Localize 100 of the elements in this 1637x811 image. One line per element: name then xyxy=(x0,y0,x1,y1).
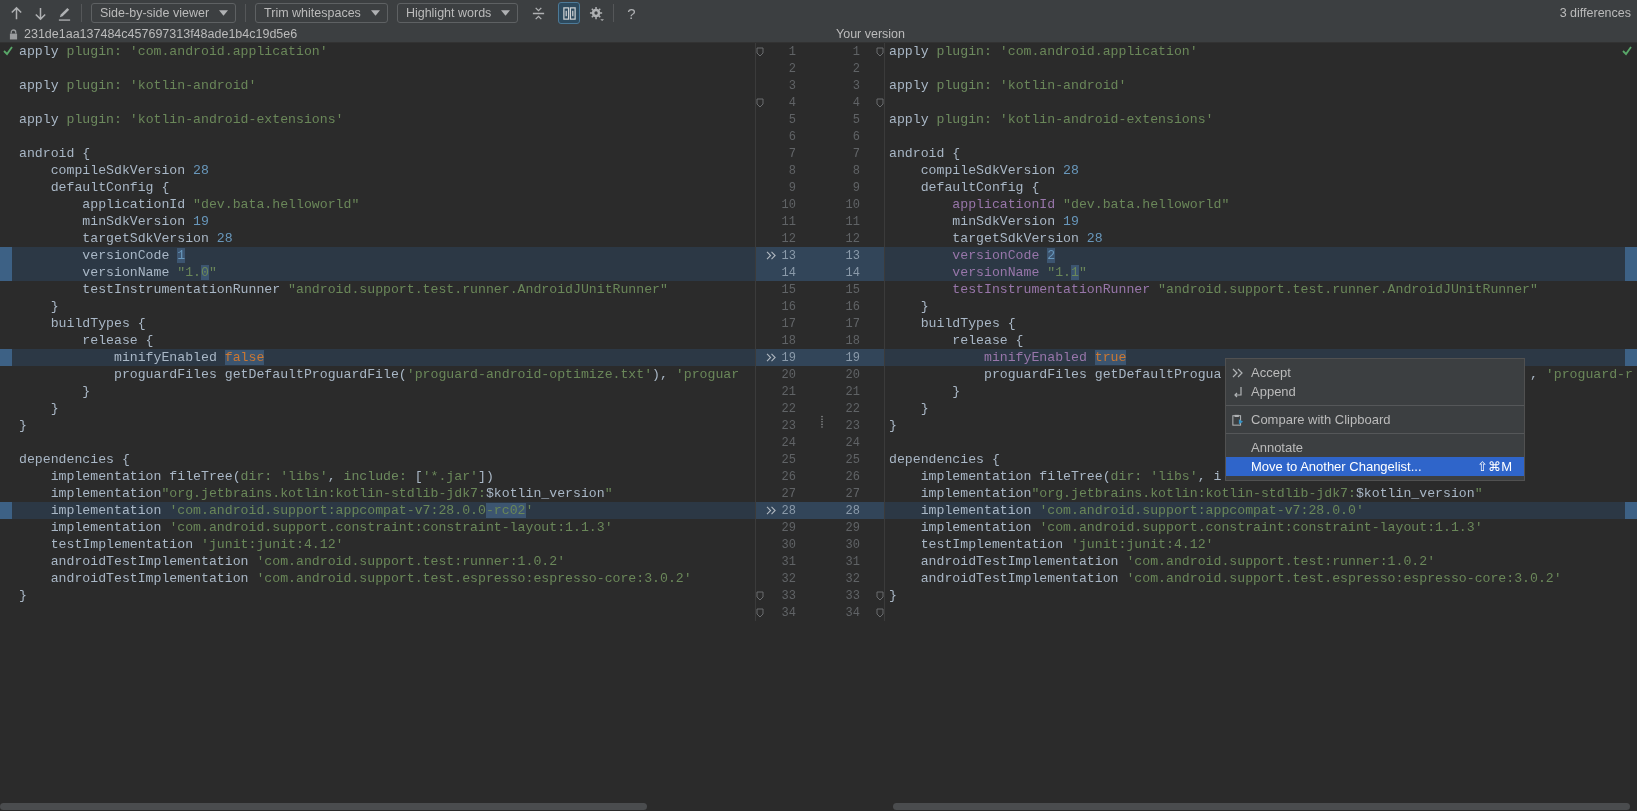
line-number: 17 xyxy=(780,316,796,331)
line-number: 28 xyxy=(780,503,796,518)
change-marker xyxy=(0,349,12,366)
fold-icon[interactable] xyxy=(756,97,764,108)
code-line: implementation"org.jetbrains.kotlin:kotlin-stdlib-jdk7:$kotlin_version" xyxy=(919,485,1483,502)
help-button[interactable]: ? xyxy=(623,4,640,22)
fold-icon[interactable] xyxy=(756,590,764,601)
differences-count: 3 differences xyxy=(1559,6,1631,20)
arrow-down-icon[interactable] xyxy=(33,5,48,21)
line-number: 25 xyxy=(844,452,860,467)
lock-icon xyxy=(9,28,18,40)
line-number: 26 xyxy=(844,469,860,484)
double-chevron-icon[interactable] xyxy=(765,353,777,362)
line-number: 10 xyxy=(780,197,796,212)
code-line: apply plugin: 'kotlin-android-extensions' xyxy=(19,112,344,127)
line-number: 24 xyxy=(780,435,796,450)
sync-scroll-icon[interactable] xyxy=(558,2,581,24)
double-chevron-icon xyxy=(1232,366,1244,379)
code-line: apply plugin: 'com.android.application' xyxy=(19,44,328,59)
line-number: 6 xyxy=(787,129,796,144)
fold-icon[interactable] xyxy=(876,590,884,601)
code-line: dependencies { xyxy=(19,452,130,467)
line-number: 7 xyxy=(787,146,796,161)
line-number: 5 xyxy=(787,112,796,127)
menu-item[interactable]: Append xyxy=(1226,382,1524,401)
line-number: 28 xyxy=(844,503,860,518)
line-number: 14 xyxy=(780,265,796,280)
code-line: testInstrumentationRunner "android.support.test.runner.AndroidJUnitRunner" xyxy=(81,282,668,297)
line-number: 10 xyxy=(844,197,860,212)
code-line: implementation 'com.android.support.constraint:constraint-layout:1.1.3' xyxy=(49,520,613,535)
fold-icon[interactable] xyxy=(876,607,884,618)
code-line: implementation 'com.android.support:appcompat-v7:28.0.0' xyxy=(919,502,1364,519)
change-marker xyxy=(1625,264,1637,281)
line-number: 21 xyxy=(780,384,796,399)
change-marker xyxy=(0,247,12,264)
change-marker xyxy=(1625,247,1637,264)
code-line: implementation fileTree(dir: 'libs', include: ['*.jar']) xyxy=(49,469,494,484)
code-line: } xyxy=(81,384,91,399)
line-number: 6 xyxy=(851,129,860,144)
code-line: android { xyxy=(889,145,961,162)
code-line: compileSdkVersion 28 xyxy=(49,163,209,178)
double-chevron-icon[interactable] xyxy=(765,506,777,515)
pencil-icon[interactable] xyxy=(57,5,72,21)
caret-icon xyxy=(219,10,229,16)
line-number: 15 xyxy=(844,282,860,297)
code-line: release { xyxy=(81,333,154,348)
code-line: implementation"org.jetbrains.kotlin:kotlin-stdlib-jdk7:$kotlin_version" xyxy=(49,486,613,501)
code-line: , 'proguard-r xyxy=(1530,366,1633,383)
line-number: 1 xyxy=(851,44,860,59)
code-line: dependencies { xyxy=(889,451,1000,468)
code-line: applicationId "dev.bata.helloworld" xyxy=(951,196,1230,213)
code-line: minSdkVersion 19 xyxy=(951,213,1079,230)
line-number: 19 xyxy=(844,350,860,365)
line-number: 9 xyxy=(851,180,860,195)
line-number: 19 xyxy=(780,350,796,365)
line-number: 18 xyxy=(844,333,860,348)
menu-item[interactable]: Compare with Clipboard xyxy=(1226,410,1524,429)
line-number: 4 xyxy=(787,95,796,110)
line-number: 9 xyxy=(787,180,796,195)
code-line: minSdkVersion 19 xyxy=(81,214,209,229)
line-number: 16 xyxy=(780,299,796,314)
arrow-up-icon[interactable] xyxy=(9,5,24,21)
scrollbar-thumb[interactable] xyxy=(0,802,647,810)
line-number: 1 xyxy=(787,44,796,59)
code-line: versionCode 2 xyxy=(951,247,1056,264)
code-line: } xyxy=(919,298,929,315)
code-line: targetSdkVersion 28 xyxy=(81,231,233,246)
code-line: } xyxy=(889,587,897,604)
code-line: versionCode 1 xyxy=(81,248,186,263)
line-number: 2 xyxy=(787,61,796,76)
line-number: 16 xyxy=(844,299,860,314)
change-marker xyxy=(0,264,12,281)
code-line: } xyxy=(919,400,929,417)
mode-dropdown[interactable]: Side-by-side viewer xyxy=(91,3,237,23)
menu-item[interactable]: Accept xyxy=(1226,363,1524,382)
fold-icon[interactable] xyxy=(876,46,884,57)
line-number: 32 xyxy=(844,571,860,586)
fold-icon[interactable] xyxy=(876,97,884,108)
clipboard-icon xyxy=(1232,413,1244,426)
settings-icon[interactable] xyxy=(589,5,605,21)
double-chevron-icon[interactable] xyxy=(765,251,777,260)
fold-icon[interactable] xyxy=(756,607,764,618)
line-number: 4 xyxy=(851,95,860,110)
line-number: 11 xyxy=(844,214,860,229)
menu-item[interactable]: Move to Another Changelist... ⇧⌘M xyxy=(1226,457,1524,476)
code-line: testImplementation 'junit:junit:4.12' xyxy=(49,537,344,552)
menu-item[interactable]: Annotate xyxy=(1226,438,1524,457)
line-number: 12 xyxy=(780,231,796,246)
line-number: 21 xyxy=(844,384,860,399)
mode-dropdown[interactable]: Trim whitespaces xyxy=(255,3,388,23)
splitter-grip-icon[interactable] xyxy=(820,414,824,428)
mode-dropdown[interactable]: Highlight words xyxy=(396,3,519,23)
code-line: implementation fileTree(dir: 'libs', i xyxy=(919,468,1222,485)
scrollbar-thumb[interactable] xyxy=(893,802,1630,810)
code-line: } xyxy=(951,383,961,400)
line-number: 33 xyxy=(844,588,860,603)
code-line: } xyxy=(19,418,27,433)
line-number: 34 xyxy=(844,605,860,620)
fold-icon[interactable] xyxy=(756,46,764,57)
line-number: 32 xyxy=(780,571,796,586)
